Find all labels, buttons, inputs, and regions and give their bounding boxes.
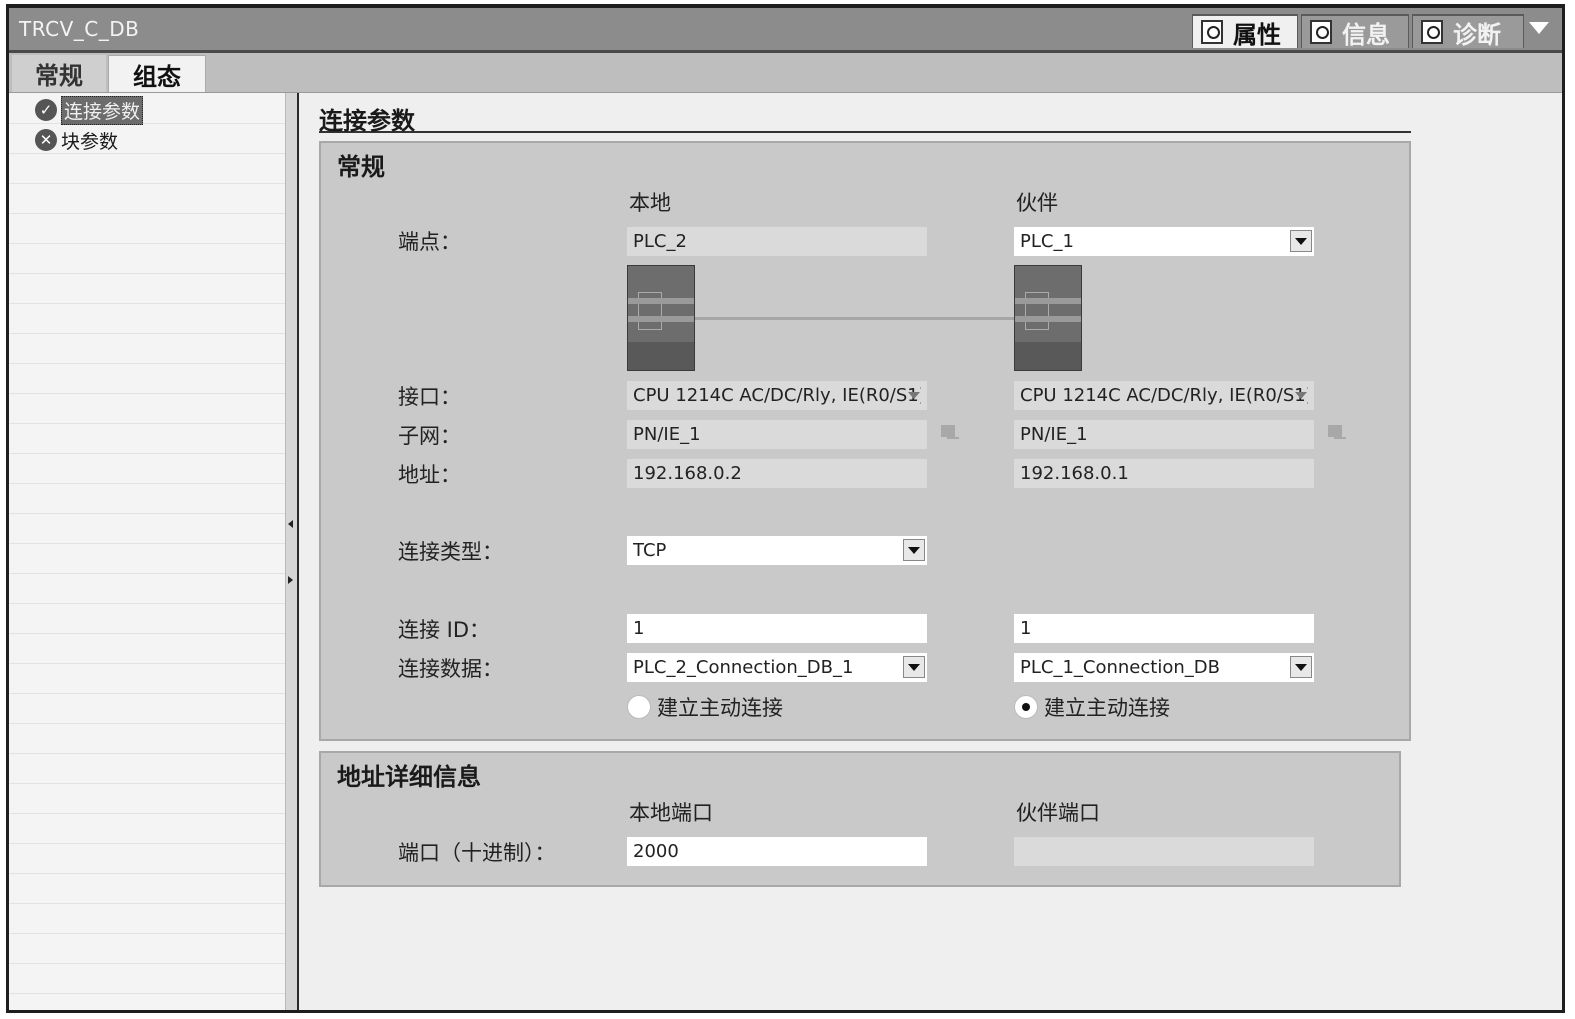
tab-properties-label: 属性: [1233, 20, 1281, 49]
chevron-down-icon[interactable]: [1290, 384, 1312, 406]
partner-interface-select[interactable]: CPU 1214C AC/DC/Rly, IE(R0/S1): [1014, 381, 1314, 410]
tree-item-label: 块参数: [61, 130, 119, 153]
section-title: 连接参数: [319, 101, 1411, 135]
connection-line: [695, 317, 1014, 320]
partner-address-field: 192.168.0.1: [1014, 459, 1314, 488]
local-plc-image: [627, 265, 695, 371]
connection-data-label: 连接数据：: [398, 657, 503, 681]
window-title: TRCV_C_DB: [19, 17, 140, 41]
tree-item-label: 连接参数: [61, 95, 144, 125]
connection-id-label: 连接 ID：: [398, 618, 491, 642]
network-icon[interactable]: [941, 425, 959, 439]
nav-tree: ✓ 连接参数 ✕ 块参数: [9, 93, 285, 1010]
tree-item-block-params[interactable]: ✕ 块参数: [35, 127, 118, 153]
error-icon: ✕: [35, 129, 57, 151]
column-partner-port: 伙伴端口: [1016, 801, 1100, 825]
partner-endpoint-select[interactable]: PLC_1: [1014, 227, 1314, 256]
local-subnet-field: PN/IE_1: [627, 420, 927, 449]
address-details-group: 地址详细信息 本地端口 伙伴端口 端口（十进制）： 2000: [319, 751, 1401, 887]
collapse-arrow-icon[interactable]: [1529, 22, 1549, 34]
local-address-field: 192.168.0.2: [627, 459, 927, 488]
tree-item-connection-params[interactable]: ✓ 连接参数: [35, 95, 144, 125]
column-local-port: 本地端口: [629, 801, 713, 825]
address-label: 地址：: [398, 463, 461, 487]
check-icon: ✓: [35, 99, 57, 121]
main-content: 连接参数 常规 本地 伙伴 端点： PLC_2 PLC_1 接口： CPU 12…: [299, 93, 1562, 1010]
endpoint-label: 端点：: [398, 230, 461, 254]
title-bar: TRCV_C_DB 属性 信息 诊断: [9, 8, 1562, 53]
radio-label: 建立主动连接: [1044, 696, 1170, 720]
tab-diagnostics[interactable]: 诊断: [1412, 14, 1524, 49]
partner-subnet-field: PN/IE_1: [1014, 420, 1314, 449]
column-partner: 伙伴: [1016, 191, 1058, 215]
chevron-down-icon[interactable]: [903, 539, 925, 561]
partner-plc-image: [1014, 265, 1082, 371]
expand-right-icon[interactable]: [288, 576, 293, 584]
radio-circle[interactable]: [627, 695, 651, 719]
local-interface-select[interactable]: CPU 1214C AC/DC/Rly, IE(R0/S1): [627, 381, 927, 410]
subnet-label: 子网：: [398, 424, 461, 448]
chevron-down-icon[interactable]: [1290, 656, 1312, 678]
address-details-title: 地址详细信息: [337, 763, 481, 791]
partner-connection-data-select[interactable]: PLC_1_Connection_DB: [1014, 653, 1314, 682]
chevron-down-icon[interactable]: [1290, 230, 1312, 252]
column-local: 本地: [629, 191, 671, 215]
general-group: 常规 本地 伙伴 端点： PLC_2 PLC_1 接口： CPU 1214C A…: [319, 141, 1411, 741]
panel-splitter[interactable]: [285, 93, 300, 1010]
local-active-connection-radio[interactable]: 建立主动连接: [627, 692, 783, 722]
tab-properties[interactable]: 属性: [1192, 14, 1298, 49]
partner-connection-id-input[interactable]: 1: [1014, 614, 1314, 643]
chevron-down-icon[interactable]: [903, 656, 925, 678]
tab-general[interactable]: 常规: [12, 55, 106, 92]
radio-circle[interactable]: [1014, 695, 1038, 719]
network-icon[interactable]: [1328, 425, 1346, 439]
properties-icon: [1201, 20, 1223, 44]
interface-label: 接口：: [398, 385, 461, 409]
chevron-down-icon[interactable]: [903, 384, 925, 406]
tab-configuration[interactable]: 组态: [108, 55, 206, 92]
tab-info-label: 信息: [1342, 20, 1390, 49]
local-endpoint-field: PLC_2: [627, 227, 927, 256]
partner-port-field: [1014, 837, 1314, 866]
tab-info[interactable]: 信息: [1301, 14, 1409, 49]
tab-diagnostics-label: 诊断: [1453, 20, 1501, 49]
tab-row: 常规 组态: [9, 53, 1562, 93]
local-port-input[interactable]: 2000: [627, 837, 927, 866]
info-icon: [1310, 20, 1332, 44]
partner-active-connection-radio[interactable]: 建立主动连接: [1014, 692, 1170, 722]
connection-type-select[interactable]: TCP: [627, 536, 927, 565]
port-label: 端口（十进制）：: [398, 841, 556, 865]
connection-type-label: 连接类型：: [398, 540, 503, 564]
properties-window: TRCV_C_DB 属性 信息 诊断 常规 组态 ✓ 连接参数 ✕ 块参数 连接…: [6, 4, 1565, 1013]
local-connection-data-select[interactable]: PLC_2_Connection_DB_1: [627, 653, 927, 682]
collapse-left-icon[interactable]: [288, 520, 293, 528]
radio-label: 建立主动连接: [657, 696, 783, 720]
diagnostics-icon: [1421, 20, 1443, 44]
general-group-title: 常规: [337, 153, 385, 181]
local-connection-id-input[interactable]: 1: [627, 614, 927, 643]
